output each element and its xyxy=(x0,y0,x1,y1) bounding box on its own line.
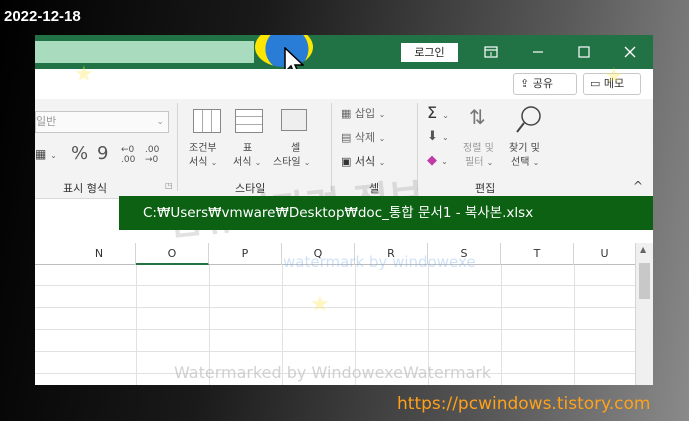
percent-button[interactable]: % xyxy=(71,143,88,164)
comment-icon: ▭ xyxy=(590,77,601,90)
row-gridline xyxy=(35,351,635,352)
format-table-label-2: 서식 ⌄ xyxy=(233,157,262,168)
title-bar: 로그인 xyxy=(35,35,653,78)
col-gridline xyxy=(501,265,502,385)
fill-icon[interactable]: ⬇ ⌄ xyxy=(427,129,449,144)
ribbon-tabs-row: ⇪ 공유 ▭ 메모 xyxy=(35,69,653,99)
format-table-button[interactable]: 표 서식 ⌄ xyxy=(231,105,271,173)
number-format-value: 일반 xyxy=(36,115,57,128)
clear-icon[interactable]: ◆ ⌄ xyxy=(427,153,448,168)
delete-button[interactable]: ▤ 삭제 ⌄ xyxy=(341,129,385,145)
maximize-icon[interactable] xyxy=(561,35,607,69)
cell-styles-icon xyxy=(281,109,307,131)
find-select-label-2: 선택 ⌄ xyxy=(511,157,540,168)
decrease-decimal-icon[interactable]: .00 →0 xyxy=(145,145,159,165)
magnifier-icon xyxy=(516,106,541,133)
format-button[interactable]: ▣ 서식 ⌄ xyxy=(341,153,385,169)
watermark-center: watermark by windowexe xyxy=(283,253,476,271)
conditional-format-button[interactable]: 조건부 서식 ⌄ xyxy=(187,105,227,173)
column-header[interactable]: N xyxy=(63,243,136,265)
cell-styles-label-2: 스타일 ⌄ xyxy=(273,157,311,168)
scroll-up-icon[interactable]: ▲ xyxy=(640,245,646,254)
star-icon: ★ xyxy=(604,64,624,89)
accounting-format-icon[interactable]: ▦ ⌄ xyxy=(35,147,57,161)
share-button[interactable]: ⇪ 공유 xyxy=(513,73,577,95)
find-select-label-1: 찾기 및 xyxy=(509,143,540,154)
format-table-label-1: 표 xyxy=(243,143,253,154)
share-label: 공유 xyxy=(532,77,553,90)
format-cells-icon: ▣ xyxy=(341,155,352,168)
number-format-dropdown[interactable]: 일반 ⌄ xyxy=(35,111,169,133)
search-box[interactable] xyxy=(35,41,254,63)
insert-icon: ▦ xyxy=(341,107,352,120)
cell-styles-button[interactable]: 셀 스타일 ⌄ xyxy=(273,105,323,173)
scrollbar-thumb[interactable] xyxy=(639,263,650,299)
date-stamp: 2022-12-18 xyxy=(4,8,81,25)
comma-style-icon[interactable]: 9 xyxy=(97,143,108,164)
row-gridline xyxy=(35,307,635,308)
col-gridline xyxy=(136,265,137,385)
ribbon-display-icon[interactable] xyxy=(468,35,514,69)
collapse-ribbon-icon[interactable]: ^ xyxy=(633,179,643,193)
star-icon: ★ xyxy=(310,292,330,317)
column-header-selected[interactable]: O xyxy=(136,243,209,265)
minimize-icon[interactable] xyxy=(515,35,561,69)
chevron-down-icon: ⌄ xyxy=(156,117,164,127)
sort-filter-icon: ⇅ xyxy=(469,105,486,129)
file-path-banner: C:₩Users₩vmware₩Desktop₩doc_통합 문서1 - 복사본… xyxy=(119,196,653,230)
col-gridline xyxy=(574,265,575,385)
share-icon: ⇪ xyxy=(520,77,530,90)
find-select-button[interactable]: 찾기 및 선택 ⌄ xyxy=(507,105,553,173)
watermark-bottom: Watermarked by WindowexeWatermark xyxy=(174,363,492,382)
column-header[interactable]: U xyxy=(574,243,635,265)
login-button[interactable]: 로그인 xyxy=(401,43,458,62)
conditional-format-icon xyxy=(193,109,221,133)
insert-button[interactable]: ▦ 삽입 ⌄ xyxy=(341,105,385,121)
sort-filter-label-2: 필터 ⌄ xyxy=(465,157,494,168)
editing-group-title: 편집 xyxy=(475,182,496,195)
sort-filter-button[interactable]: ⇅ 정렬 및 필터 ⌄ xyxy=(461,105,505,173)
delete-icon: ▤ xyxy=(341,131,352,144)
column-header[interactable]: T xyxy=(501,243,574,265)
column-header[interactable]: P xyxy=(209,243,282,265)
cell-styles-label-1: 셀 xyxy=(291,143,301,154)
group-separator xyxy=(177,103,178,191)
site-url: https://pcwindows.tistory.com xyxy=(397,394,651,414)
row-gridline xyxy=(35,285,635,286)
increase-decimal-icon[interactable]: ←0.00 xyxy=(121,145,135,165)
sort-filter-label-1: 정렬 및 xyxy=(463,143,494,154)
conditional-format-label-1: 조건부 xyxy=(189,143,217,154)
row-gridline xyxy=(35,329,635,330)
conditional-format-label-2: 서식 ⌄ xyxy=(189,157,218,168)
star-icon: ★ xyxy=(74,62,94,87)
autosum-icon[interactable]: Σ ⌄ xyxy=(427,103,449,122)
number-group-title: 표시 형식 xyxy=(63,182,107,195)
format-table-icon xyxy=(235,109,263,133)
vertical-scrollbar[interactable]: ▲ xyxy=(635,243,653,385)
dialog-launcher-icon[interactable]: ◳ xyxy=(165,181,173,190)
